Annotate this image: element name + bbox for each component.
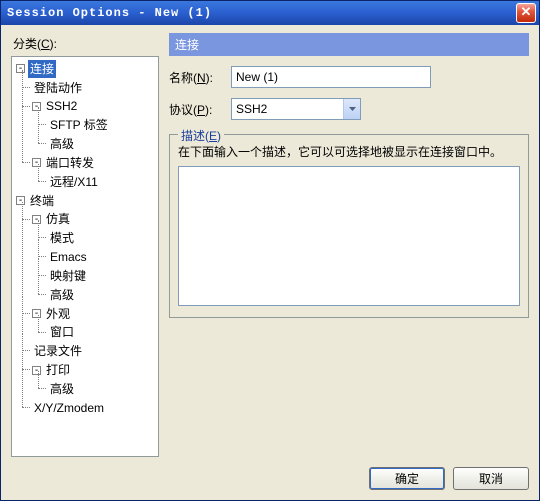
tree-node-logfile[interactable]: 记录文件 (32, 342, 84, 360)
tree-node-advanced[interactable]: 高级 (48, 135, 76, 153)
description-fieldset: 描述(E) 在下面输入一个描述，它可以可选择地被显示在连接窗口中。 (169, 134, 529, 318)
tree-collapse-icon[interactable]: - (32, 158, 41, 167)
tree-collapse-icon[interactable]: - (16, 64, 25, 73)
tree-node-mapkeys[interactable]: 映射键 (48, 267, 88, 285)
name-row: 名称(N): (169, 66, 529, 88)
dialog-body: 分类(C): -连接 登陆动作 -SSH2 SFTP 标签 (1, 25, 539, 500)
tree-node-advanced2[interactable]: 高级 (48, 286, 76, 304)
tree-collapse-icon[interactable]: - (32, 309, 41, 318)
description-legend: 描述(E) (178, 127, 224, 144)
session-options-dialog: Session Options - New (1) ✕ 分类(C): -连接 登… (0, 0, 540, 501)
tree-node-xyz[interactable]: X/Y/Zmodem (32, 399, 106, 417)
window-title: Session Options - New (1) (7, 6, 516, 20)
tree-node-window[interactable]: 窗口 (48, 323, 76, 341)
category-panel: 分类(C): -连接 登陆动作 -SSH2 SFTP 标签 (11, 33, 159, 457)
tree-node-terminal[interactable]: 终端 (28, 192, 56, 210)
section-header: 连接 (169, 33, 529, 56)
tree-collapse-icon[interactable]: - (32, 366, 41, 375)
button-row: 确定 取消 (11, 457, 529, 490)
chevron-down-icon (343, 99, 360, 119)
tree-node-appearance[interactable]: 外观 (44, 305, 72, 323)
tree-node-port-forward[interactable]: 端口转发 (44, 154, 96, 172)
tree-node-print[interactable]: 打印 (44, 361, 72, 379)
tree-collapse-icon[interactable]: - (16, 196, 25, 205)
titlebar: Session Options - New (1) ✕ (1, 1, 539, 25)
tree-collapse-icon[interactable]: - (32, 102, 41, 111)
tree-node-login-action[interactable]: 登陆动作 (32, 79, 84, 97)
protocol-select[interactable]: SSH2 (231, 98, 361, 120)
settings-panel: 连接 名称(N): 协议(P): SSH2 (169, 33, 529, 457)
category-tree[interactable]: -连接 登陆动作 -SSH2 SFTP 标签 高级 (11, 56, 159, 457)
protocol-value: SSH2 (232, 102, 343, 116)
close-button[interactable]: ✕ (516, 3, 536, 23)
tree-node-remote-x11[interactable]: 远程/X11 (48, 173, 100, 191)
tree-node-emulation[interactable]: 仿真 (44, 210, 72, 228)
category-label: 分类(C): (13, 35, 159, 52)
protocol-row: 协议(P): SSH2 (169, 98, 529, 120)
name-label: 名称(N): (169, 69, 231, 86)
tree-node-advanced3[interactable]: 高级 (48, 380, 76, 398)
tree-node-emacs[interactable]: Emacs (48, 248, 89, 266)
tree-node-mode[interactable]: 模式 (48, 229, 76, 247)
cancel-button[interactable]: 取消 (453, 467, 529, 490)
tree-node-connect[interactable]: 连接 (28, 60, 56, 78)
description-hint: 在下面输入一个描述，它可以可选择地被显示在连接窗口中。 (178, 143, 520, 160)
tree-node-ssh2[interactable]: SSH2 (44, 97, 79, 115)
protocol-label: 协议(P): (169, 101, 231, 118)
description-textarea[interactable] (178, 166, 520, 306)
tree-collapse-icon[interactable]: - (32, 215, 41, 224)
name-input[interactable] (231, 66, 431, 88)
tree-node-sftp[interactable]: SFTP 标签 (48, 116, 110, 134)
ok-button[interactable]: 确定 (369, 467, 445, 490)
